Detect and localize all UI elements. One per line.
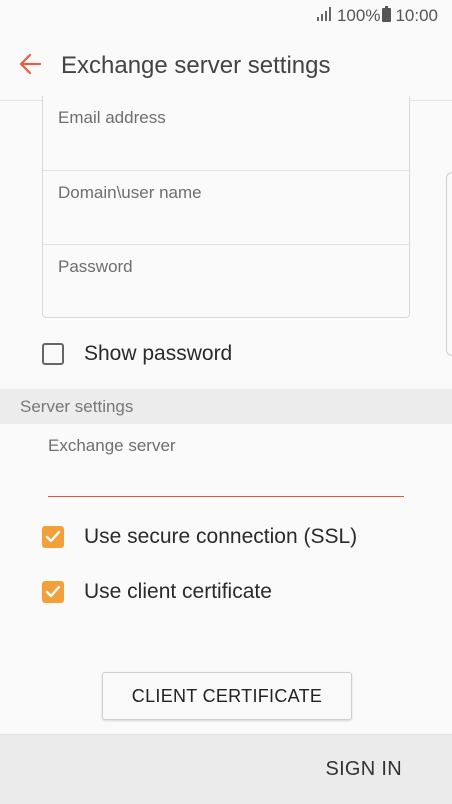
email-field[interactable]: Email address [43,96,409,170]
show-password-checkbox[interactable] [42,343,64,365]
ssl-checkbox[interactable] [42,526,64,548]
domain-user-placeholder: Domain\user name [58,183,202,202]
arrow-left-icon [18,53,42,80]
status-time: 10:00 [395,6,438,25]
sign-in-button[interactable]: SIGN IN [325,735,402,804]
exchange-server-label: Exchange server [48,436,176,455]
signal-bars-icon [316,6,331,26]
exchange-server-input[interactable] [48,458,404,497]
client-certificate-checkbox[interactable] [42,581,64,603]
client-certificate-button[interactable]: CLIENT CERTIFICATE [102,672,352,720]
client-certificate-row[interactable]: Use client certificate [42,580,272,604]
checkmark-icon [45,530,61,543]
show-password-row[interactable]: Show password [42,342,232,366]
ssl-row[interactable]: Use secure connection (SSL) [42,525,357,549]
domain-user-field[interactable]: Domain\user name [43,170,409,244]
back-button[interactable] [0,32,60,100]
password-placeholder: Password [58,257,133,276]
client-certificate-label: Use client certificate [84,580,272,603]
account-fields: Email address Domain\user name Password [42,96,410,318]
page-title: Exchange server settings [61,52,331,79]
section-title: Server settings [20,396,134,416]
app-bar: Exchange server settings [0,32,452,101]
bottom-action-bar: SIGN IN [0,734,452,804]
email-placeholder: Email address [58,108,166,127]
battery-percent: 100% [336,6,381,25]
edge-panel-handle[interactable] [446,172,452,356]
password-field[interactable]: Password [43,244,409,318]
show-password-label: Show password [84,342,233,365]
ssl-label: Use secure connection (SSL) [84,525,358,548]
checkmark-icon [45,585,61,598]
battery-icon [382,5,392,27]
status-bar: 100% 10:00 [0,0,452,32]
section-header-server-settings: Server settings [0,389,452,424]
